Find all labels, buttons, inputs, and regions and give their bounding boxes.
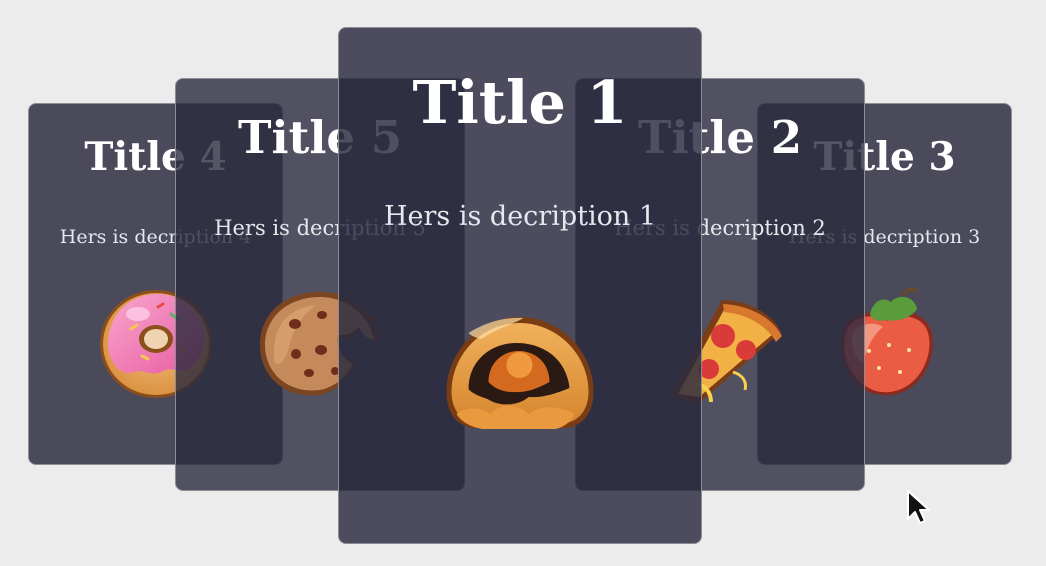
card-title: Title 1 — [412, 68, 628, 137]
mouse-pointer-icon — [907, 490, 930, 524]
carousel-card-1[interactable]: Title 1 Hers is decription 1 — [338, 27, 702, 544]
bun-icon — [446, 317, 594, 429]
card-description: Hers is decription 1 — [383, 201, 657, 232]
